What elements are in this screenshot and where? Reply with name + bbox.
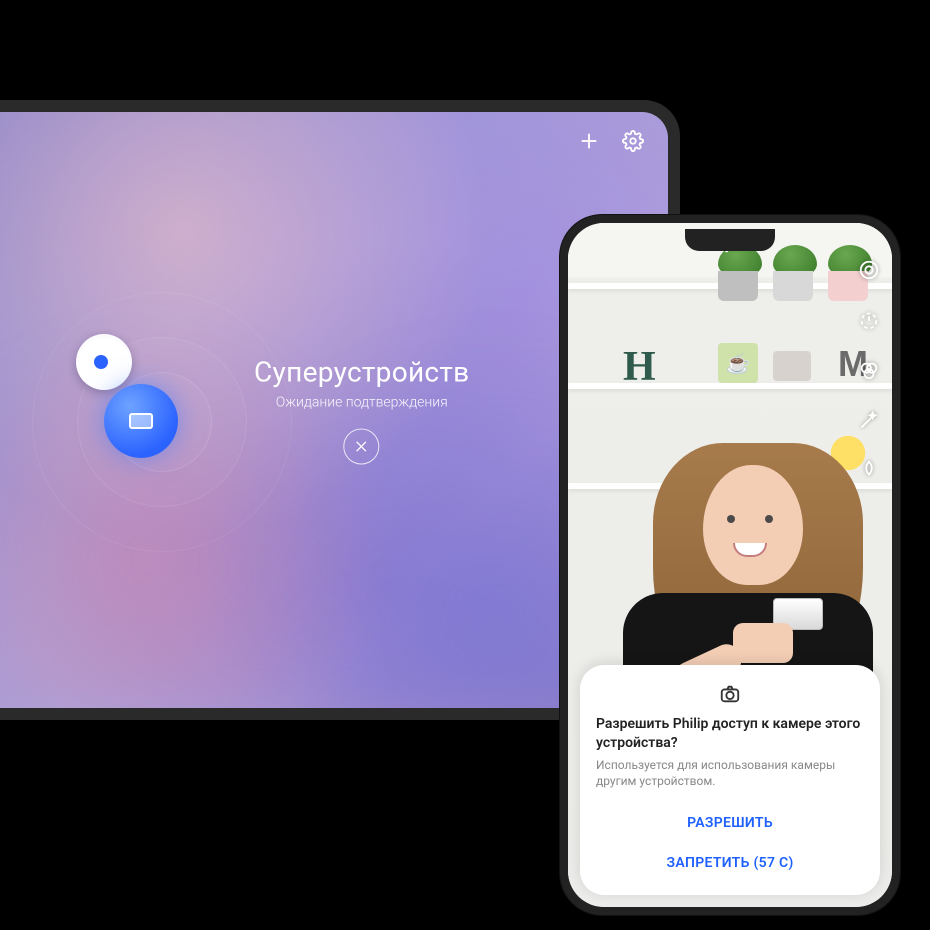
scene-pot	[718, 271, 758, 301]
device-node-tablet[interactable]	[104, 384, 178, 458]
phone-notch	[685, 229, 775, 251]
timer-icon[interactable]	[858, 309, 880, 331]
scene-letter-h: H	[623, 343, 656, 391]
permission-title: Разрешить Philip доступ к камере этого у…	[596, 715, 864, 753]
deny-button[interactable]: ЗАПРЕТИТЬ (57 С)	[596, 843, 864, 883]
device-node-phone[interactable]	[76, 334, 132, 390]
close-icon	[354, 439, 370, 455]
lens-switch-icon[interactable]	[858, 259, 880, 281]
camera-control-bar	[858, 259, 880, 481]
effect-icon[interactable]	[858, 459, 880, 481]
super-device-title: Суперустройств	[254, 356, 469, 389]
tablet-glyph-icon	[129, 413, 153, 429]
add-icon[interactable]	[578, 130, 600, 156]
filter-icon[interactable]	[858, 359, 880, 381]
allow-button[interactable]: РАЗРЕШИТЬ	[596, 803, 864, 843]
close-button[interactable]	[344, 429, 380, 465]
beauty-icon[interactable]	[858, 409, 880, 431]
scene-pot	[773, 271, 813, 301]
super-device-panel: Суперустройств Ожидание подтверждения	[254, 356, 469, 465]
scene-box	[773, 351, 811, 381]
gear-icon[interactable]	[622, 130, 644, 156]
camera-permission-sheet: Разрешить Philip доступ к камере этого у…	[580, 665, 880, 895]
phone-frame: H M ☕	[560, 215, 900, 915]
super-device-subtitle: Ожидание подтверждения	[254, 395, 469, 411]
camera-icon	[719, 683, 741, 705]
permission-subtitle: Используется для использования камеры др…	[596, 757, 864, 789]
super-device-radar	[32, 292, 292, 552]
scene-mugbox: ☕	[718, 343, 758, 383]
phone-screen: H M ☕	[568, 223, 892, 907]
tablet-topbar	[578, 130, 644, 156]
